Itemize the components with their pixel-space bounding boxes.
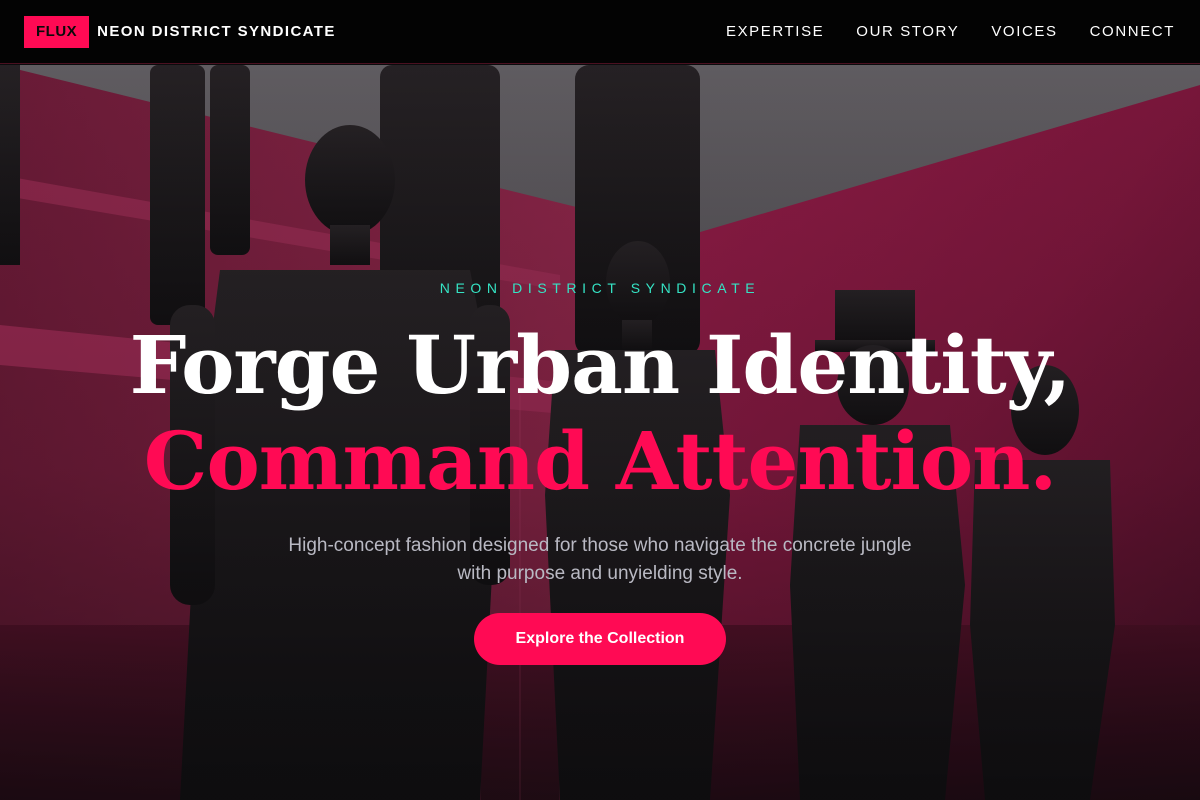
hero-subtitle: High-concept fashion designed for those … [288,535,912,584]
explore-collection-button[interactable]: Explore the Collection [474,613,726,665]
nav-link-expertise[interactable]: EXPERTISE [726,23,824,40]
hero-headline: Forge Urban Identity, Command Attention. [0,317,1200,509]
headline-line-2: Command Attention. [143,414,1057,508]
nav-link-our-story[interactable]: OUR STORY [856,23,959,40]
brand[interactable]: FLUX NEON DISTRICT SYNDICATE [24,15,336,48]
nav-link-voices[interactable]: VOICES [991,23,1057,40]
hero-content: NEON DISTRICT SYNDICATE Forge Urban Iden… [0,65,1200,800]
logo-badge[interactable]: FLUX [24,15,90,48]
top-navigation: FLUX NEON DISTRICT SYNDICATE EXPERTISE O… [0,0,1200,64]
nav-link-connect[interactable]: CONNECT [1090,23,1175,40]
hero-eyebrow: NEON DISTRICT SYNDICATE [439,280,761,296]
headline-line-1: Forge Urban Identity, [129,318,1072,412]
nav-links: EXPERTISE OUR STORY VOICES CONNECT [726,23,1175,40]
brand-name[interactable]: NEON DISTRICT SYNDICATE [97,23,336,40]
